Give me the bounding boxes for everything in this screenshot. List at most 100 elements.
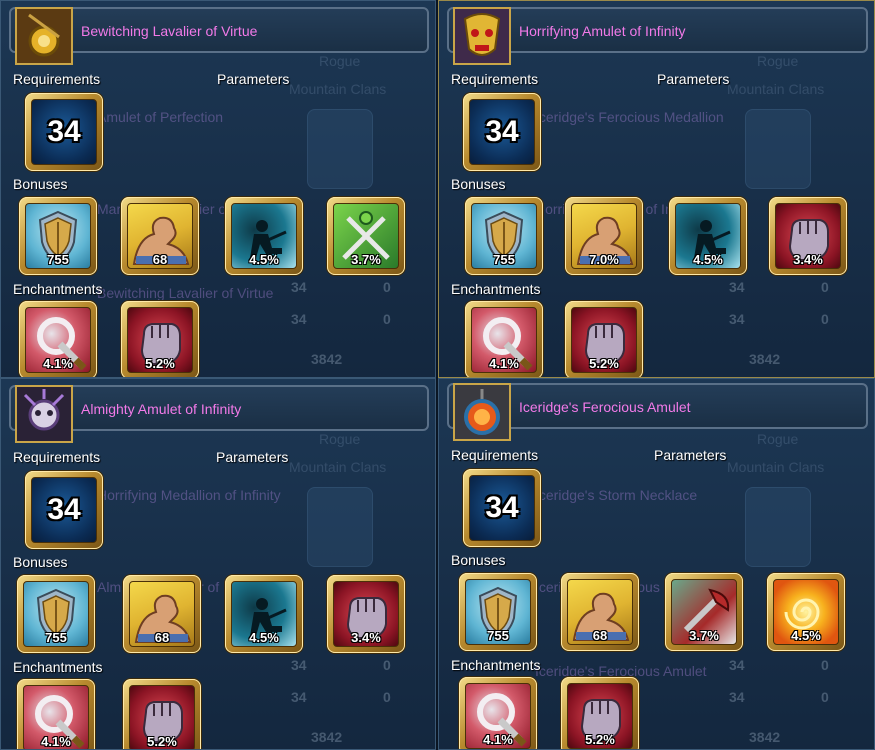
bonus-value: 68 xyxy=(592,628,608,643)
background-stat-value: 0 xyxy=(821,657,829,673)
background-clan-label: Mountain Clans xyxy=(727,459,825,475)
background-stat-value: 34 xyxy=(729,279,745,295)
item-title: Horrifying Amulet of Infinity xyxy=(519,23,686,39)
enchantment-value: 5.2% xyxy=(585,732,615,747)
bonus-slot[interactable]: 3.7% xyxy=(327,197,405,275)
bonus-slot[interactable]: 755 xyxy=(465,197,543,275)
bonus-slot[interactable]: 3.4% xyxy=(327,575,405,653)
enchantment-slot[interactable]: 4.1% xyxy=(459,677,537,749)
enchantment-slot[interactable]: 4.1% xyxy=(17,679,95,749)
background-power-value: 3842 xyxy=(311,351,343,367)
bonus-slot[interactable]: 3.4% xyxy=(769,197,847,275)
item-title: Bewitching Lavalier of Virtue xyxy=(81,23,258,39)
parameters-label: Parameters xyxy=(216,449,289,465)
bonus-value: 4.5% xyxy=(249,630,279,645)
bonus-value: 4.5% xyxy=(693,252,723,267)
background-stat-value: 34 xyxy=(291,657,307,673)
enchantment-slot[interactable]: 5.2% xyxy=(561,677,639,749)
bonus-slot[interactable]: 4.5% xyxy=(225,575,303,653)
item-title-bar: Iceridge's Ferocious Amulet xyxy=(447,383,868,441)
enchantment-slot[interactable]: 5.2% xyxy=(123,679,201,749)
item-compare-grid: Amulet of PerfectionMarvelous Lavalier o… xyxy=(0,0,875,750)
background-class-label: Rogue xyxy=(757,53,799,69)
background-class-label: Rogue xyxy=(319,431,361,447)
bonus-slot[interactable]: 4.5% xyxy=(669,197,747,275)
requirements-label: Requirements xyxy=(451,71,539,87)
item-tooltip-panel: Horrifying Medallion of Infinity Almighty… xyxy=(0,378,436,750)
bonus-value: 755 xyxy=(45,630,67,645)
enchantments-label: Enchantments xyxy=(451,281,541,297)
enchantment-value: 4.1% xyxy=(483,732,513,747)
bonus-value: 3.7% xyxy=(351,252,381,267)
enchantment-value: 4.1% xyxy=(41,734,71,749)
level-requirement-value: 34 xyxy=(47,493,81,526)
bonus-value: 4.5% xyxy=(791,628,821,643)
item-tooltip-panel: Iceridge's Storm Necklace Iceridge's Fero… xyxy=(438,378,875,750)
requirements-label: Requirements xyxy=(13,71,101,87)
bonuses-label: Bonuses xyxy=(451,176,506,192)
background-power-value: 3842 xyxy=(749,729,781,745)
level-requirement-slot[interactable]: 34 xyxy=(463,469,541,547)
bonus-value: 4.5% xyxy=(249,252,279,267)
enchantment-value: 4.1% xyxy=(489,356,519,371)
background-stat-value: 0 xyxy=(821,279,829,295)
enchantment-value: 5.2% xyxy=(147,734,177,749)
background-power-value: 3842 xyxy=(311,729,343,745)
background-clan-label: Mountain Clans xyxy=(289,459,387,475)
background-item-name: Bewitching Lavalier of Virtue xyxy=(97,285,274,301)
item-portrait-icon[interactable] xyxy=(15,385,73,443)
item-portrait-icon[interactable] xyxy=(453,383,511,441)
bonus-slot[interactable]: 3.7% xyxy=(665,573,743,651)
item-portrait-icon[interactable] xyxy=(453,7,511,65)
background-clan-label: Mountain Clans xyxy=(289,81,387,97)
bonus-value: 7.0% xyxy=(589,252,619,267)
bonus-slot[interactable]: 4.5% xyxy=(767,573,845,651)
bonus-slot[interactable]: 755 xyxy=(17,575,95,653)
background-clan-label: Mountain Clans xyxy=(727,81,825,97)
background-stat-value: 0 xyxy=(821,311,829,327)
enchantments-label: Enchantments xyxy=(13,659,103,675)
bonus-value: 755 xyxy=(487,628,509,643)
background-stat-value: 0 xyxy=(383,279,391,295)
bonus-slot[interactable]: 68 xyxy=(561,573,639,651)
bonus-value: 755 xyxy=(47,252,69,267)
bonus-slot[interactable]: 68 xyxy=(121,197,199,275)
bonus-slot[interactable]: 68 xyxy=(123,575,201,653)
background-character-slot xyxy=(307,109,373,189)
background-stat-value: 34 xyxy=(291,311,307,327)
enchantment-slot[interactable]: 5.2% xyxy=(121,301,199,377)
bonuses-label: Bonuses xyxy=(13,176,68,192)
item-title-bar: Bewitching Lavalier of Virtue xyxy=(9,7,429,65)
parameters-label: Parameters xyxy=(217,71,290,87)
item-title: Iceridge's Ferocious Amulet xyxy=(519,399,691,415)
background-stat-value: 34 xyxy=(729,311,745,327)
bonus-slot[interactable]: 755 xyxy=(459,573,537,651)
background-item-name: Horrifying Medallion of Infinity xyxy=(97,487,281,503)
bonuses-label: Bonuses xyxy=(13,554,68,570)
level-requirement-slot[interactable]: 34 xyxy=(25,471,103,549)
background-class-label: Rogue xyxy=(319,53,361,69)
bonus-slot[interactable]: 755 xyxy=(19,197,97,275)
bonus-slot[interactable]: 4.5% xyxy=(225,197,303,275)
enchantment-slot[interactable]: 5.2% xyxy=(565,301,643,377)
parameters-label: Parameters xyxy=(657,71,730,87)
enchantment-value: 5.2% xyxy=(589,356,619,371)
enchantment-slot[interactable]: 4.1% xyxy=(465,301,543,377)
level-requirement-slot[interactable]: 34 xyxy=(25,93,103,171)
item-portrait-icon[interactable] xyxy=(15,7,73,65)
item-tooltip-panel: Amulet of PerfectionMarvelous Lavalier o… xyxy=(0,0,436,378)
requirements-label: Requirements xyxy=(13,449,101,465)
background-stat-value: 34 xyxy=(291,279,307,295)
background-item-name: Iceridge's Storm Necklace xyxy=(535,487,698,503)
item-title-bar: Almighty Amulet of Infinity xyxy=(9,385,429,443)
bonus-slot[interactable]: 7.0% xyxy=(565,197,643,275)
background-stat-value: 34 xyxy=(291,689,307,705)
enchantment-slot[interactable]: 4.1% xyxy=(19,301,97,377)
background-character-slot xyxy=(745,487,811,567)
enchantment-value: 5.2% xyxy=(145,356,175,371)
level-requirement-slot[interactable]: 34 xyxy=(463,93,541,171)
bonus-value: 3.4% xyxy=(793,252,823,267)
enchantments-label: Enchantments xyxy=(13,281,103,297)
requirements-label: Requirements xyxy=(451,447,539,463)
level-requirement-value: 34 xyxy=(47,115,81,148)
